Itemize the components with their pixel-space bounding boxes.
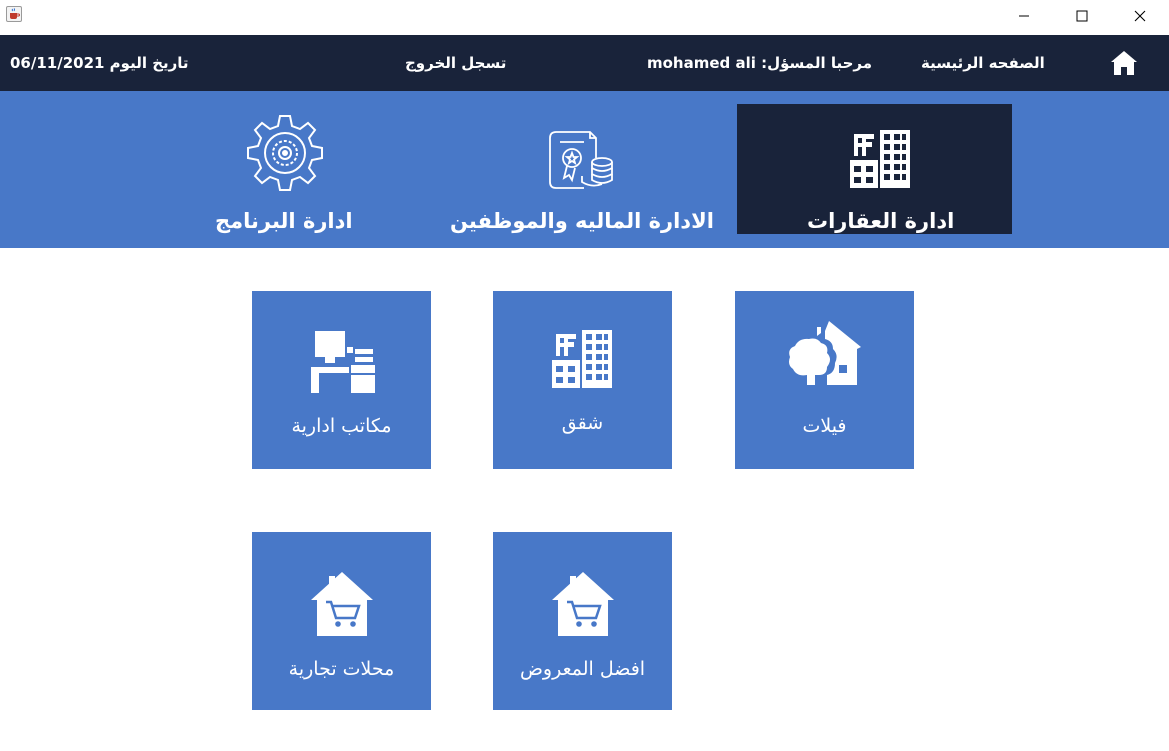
certificate-coins-icon xyxy=(549,131,613,189)
home-link[interactable]: الصفحه الرئيسية xyxy=(921,54,1045,72)
finance-employees-tab[interactable]: الادارة الماليه والموظفين xyxy=(450,104,720,234)
tile-apartments-label: شقق xyxy=(561,412,604,434)
close-button[interactable] xyxy=(1117,0,1163,32)
shop-cart-icon xyxy=(551,572,614,636)
tile-best-offers-label: افضل المعروض xyxy=(519,658,646,680)
top-nav-bar: تاريخ اليوم 06/11/2021 تسجل الخروج مرحبا… xyxy=(0,35,1169,91)
finance-employees-label: الادارة الماليه والموظفين xyxy=(450,209,714,233)
logout-link[interactable]: تسجل الخروج xyxy=(405,54,506,72)
office-desk-icon xyxy=(310,331,375,393)
maximize-button[interactable] xyxy=(1059,0,1105,32)
welcome-text: مرحبا المسؤل: mohamed ali xyxy=(647,54,873,72)
program-management-tab[interactable]: ادارة البرنامج xyxy=(205,104,375,234)
villa-tree-icon xyxy=(788,321,861,385)
tile-villas[interactable]: فيلات xyxy=(735,291,914,469)
tile-apartments[interactable]: شقق xyxy=(493,291,672,469)
window-titlebar xyxy=(0,0,1169,35)
real-estate-management-tab[interactable]: ادارة العقارات xyxy=(737,104,1012,234)
close-icon xyxy=(1134,10,1146,22)
maximize-icon xyxy=(1076,10,1088,22)
tile-best-offers[interactable]: افضل المعروض xyxy=(493,532,672,710)
buildings-icon xyxy=(551,330,612,388)
buildings-icon xyxy=(850,130,910,188)
java-cup-icon xyxy=(6,6,22,22)
tile-administrative-offices[interactable]: مكاتب ادارية xyxy=(252,291,431,469)
tile-villas-label: فيلات xyxy=(802,415,847,437)
module-banner: ادارة البرنامج الادارة الماليه والموظفين xyxy=(0,91,1169,248)
gear-icon xyxy=(247,115,323,191)
program-management-label: ادارة البرنامج xyxy=(215,209,353,233)
home-icon[interactable] xyxy=(1110,50,1138,76)
shop-cart-icon xyxy=(310,572,373,636)
minimize-icon xyxy=(1019,15,1029,17)
tile-commercial-shops[interactable]: محلات تجارية xyxy=(252,532,431,710)
minimize-button[interactable] xyxy=(1001,0,1047,32)
real-estate-management-label: ادارة العقارات xyxy=(807,209,955,233)
tile-administrative-offices-label: مكاتب ادارية xyxy=(291,415,392,437)
date-display: تاريخ اليوم 06/11/2021 xyxy=(10,54,189,72)
tile-commercial-shops-label: محلات تجارية xyxy=(288,658,395,680)
